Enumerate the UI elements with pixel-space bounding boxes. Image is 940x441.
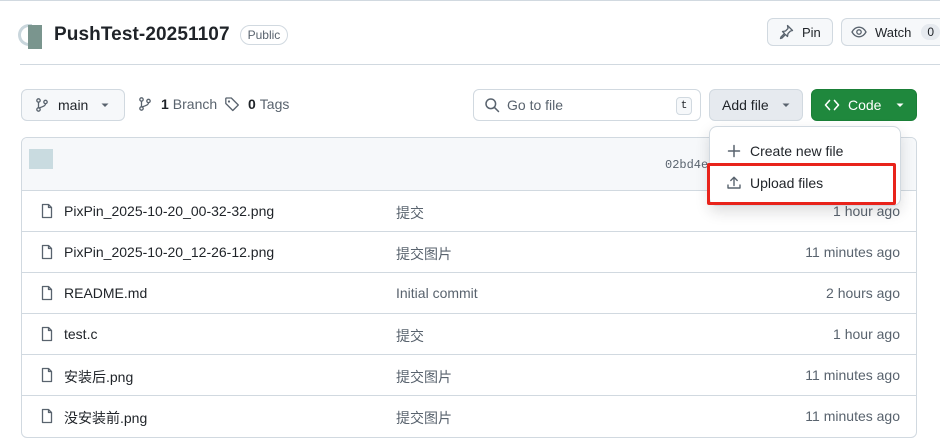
header-divider bbox=[20, 64, 940, 65]
file-name-link[interactable]: PixPin_2025-10-20_12-26-12.png bbox=[64, 244, 274, 260]
code-label: Code bbox=[848, 97, 882, 113]
commit-time: 11 minutes ago bbox=[805, 408, 900, 424]
table-row[interactable]: README.md Initial commit 2 hours ago bbox=[22, 273, 916, 314]
top-divider bbox=[0, 0, 940, 1]
file-name-link[interactable]: PixPin_2025-10-20_00-32-32.png bbox=[64, 203, 274, 219]
file-icon bbox=[39, 285, 55, 301]
tag-count: 0 bbox=[248, 96, 256, 112]
commit-message-link[interactable]: 提交 bbox=[396, 326, 424, 346]
code-button[interactable]: Code bbox=[811, 89, 917, 121]
file-name-link[interactable]: 没安装前.png bbox=[64, 408, 147, 428]
commit-message-link[interactable]: 提交图片 bbox=[396, 244, 452, 264]
watch-count: 0 bbox=[921, 24, 940, 40]
branch-selector[interactable]: main bbox=[21, 89, 125, 121]
commit-time: 2 hours ago bbox=[826, 285, 900, 301]
repo-name[interactable]: PushTest-20251107 bbox=[54, 24, 230, 46]
branch-icon bbox=[34, 97, 50, 113]
chevron-down-icon bbox=[781, 100, 791, 110]
chevron-down-icon bbox=[895, 100, 905, 110]
watch-button[interactable]: Watch 0 bbox=[841, 18, 940, 46]
file-icon bbox=[39, 203, 55, 219]
tag-icon bbox=[224, 96, 240, 112]
go-to-file-search[interactable]: t bbox=[473, 89, 701, 121]
repo-avatar[interactable] bbox=[18, 21, 44, 49]
keyboard-shortcut-hint: t bbox=[676, 97, 692, 115]
eye-icon bbox=[851, 24, 867, 40]
add-file-button[interactable]: Add file bbox=[709, 89, 803, 121]
file-icon bbox=[39, 408, 55, 424]
table-row[interactable]: 安装后.png 提交图片 11 minutes ago bbox=[22, 355, 916, 396]
table-row[interactable]: 没安装前.png 提交图片 11 minutes ago bbox=[22, 396, 916, 437]
pin-button[interactable]: Pin bbox=[767, 18, 833, 46]
commit-time: 1 hour ago bbox=[833, 326, 900, 342]
commit-time: 11 minutes ago bbox=[805, 244, 900, 260]
commit-message-link[interactable]: 提交图片 bbox=[396, 408, 452, 428]
commit-message-link[interactable]: Initial commit bbox=[396, 285, 478, 301]
branches-link[interactable]: 1 Branch bbox=[137, 96, 217, 112]
tag-count-label: Tags bbox=[259, 96, 290, 112]
table-row[interactable]: PixPin_2025-10-20_12-26-12.png 提交图片 11 min… bbox=[22, 232, 916, 273]
commit-message-link[interactable]: 提交图片 bbox=[396, 367, 452, 387]
table-row[interactable]: test.c 提交 1 hour ago bbox=[22, 314, 916, 355]
create-new-file-item[interactable]: Create new file bbox=[718, 136, 894, 166]
branch-icon bbox=[137, 96, 153, 112]
code-icon bbox=[824, 97, 840, 113]
file-icon bbox=[39, 367, 55, 383]
plus-icon bbox=[726, 143, 742, 159]
branch-count: 1 bbox=[161, 96, 169, 112]
tags-link[interactable]: 0 Tags bbox=[224, 96, 289, 112]
search-icon bbox=[484, 97, 500, 113]
file-name-link[interactable]: 安装后.png bbox=[64, 367, 133, 387]
file-icon bbox=[39, 244, 55, 260]
file-icon bbox=[39, 326, 55, 342]
chevron-down-icon bbox=[100, 100, 110, 110]
pin-label: Pin bbox=[802, 24, 821, 40]
create-new-file-label: Create new file bbox=[750, 143, 844, 159]
watch-label: Watch bbox=[875, 24, 912, 40]
commit-time: 11 minutes ago bbox=[805, 367, 900, 383]
commit-message-link[interactable]: 提交 bbox=[396, 203, 424, 223]
branch-name: main bbox=[58, 97, 89, 113]
file-name-link[interactable]: README.md bbox=[64, 285, 147, 301]
branch-count-label: Branch bbox=[172, 96, 218, 112]
pin-icon bbox=[778, 24, 794, 40]
visibility-badge: Public bbox=[239, 25, 289, 45]
repo-header: PushTest-20251107 Public bbox=[18, 20, 289, 50]
avatar[interactable] bbox=[29, 149, 53, 169]
go-to-file-input[interactable] bbox=[507, 97, 667, 113]
add-file-label: Add file bbox=[722, 97, 769, 113]
file-name-link[interactable]: test.c bbox=[64, 326, 97, 342]
highlight-annotation bbox=[707, 163, 896, 205]
